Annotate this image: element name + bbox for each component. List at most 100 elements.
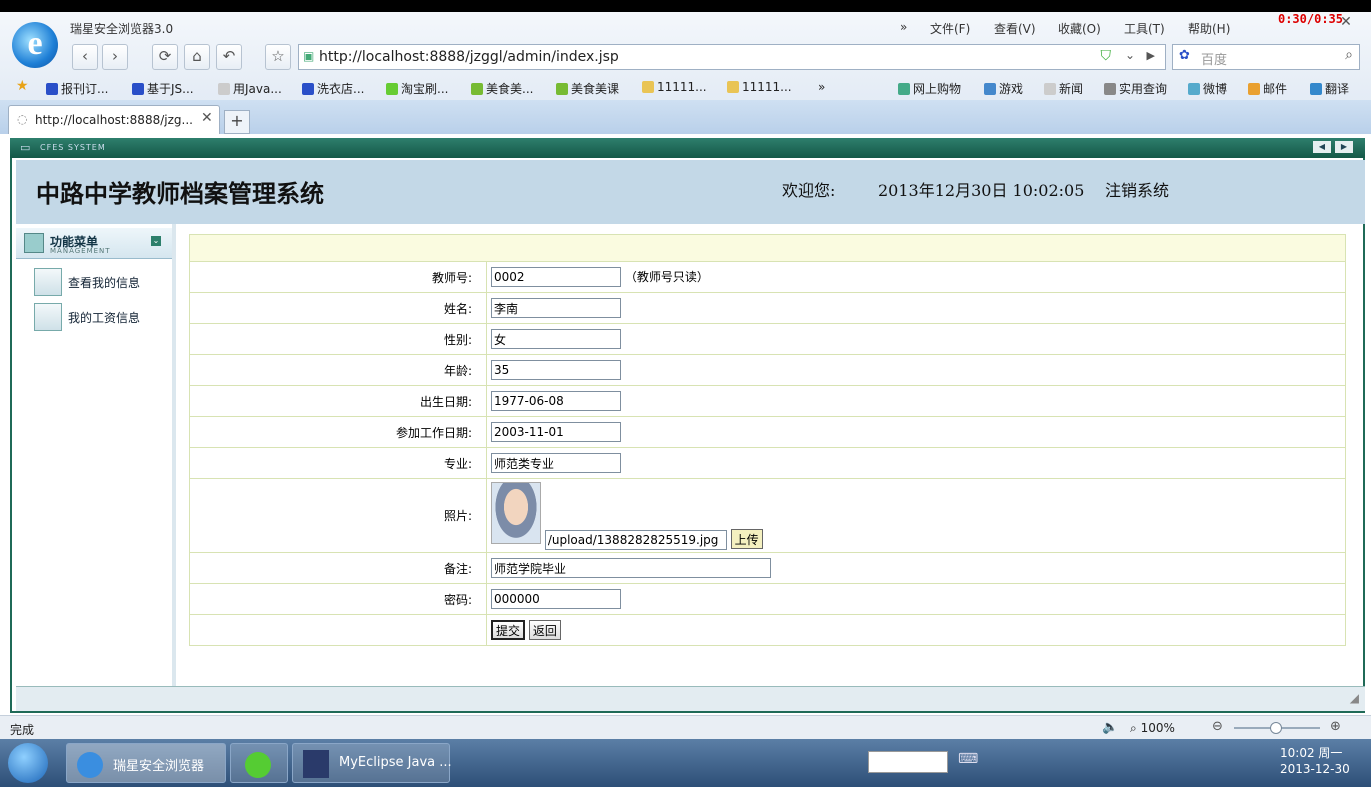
major-field[interactable] bbox=[491, 453, 621, 473]
loading-icon: ◌ bbox=[17, 112, 28, 126]
fav-item-5[interactable]: 淘宝刷... bbox=[386, 80, 448, 97]
logout-link[interactable]: 注销系统 bbox=[1105, 177, 1169, 201]
tab-close-icon[interactable]: ✕ bbox=[201, 110, 213, 126]
favorites-star-icon[interactable]: ★ bbox=[16, 78, 29, 94]
teacher-id-field[interactable] bbox=[491, 267, 621, 287]
sidebar-item-my-salary[interactable]: 我的工资信息 bbox=[34, 303, 174, 331]
work-start-field[interactable] bbox=[491, 422, 621, 442]
keyboard-icon[interactable]: ⌨ bbox=[958, 751, 978, 767]
undo-icon[interactable]: ↶ bbox=[216, 44, 242, 70]
start-button-icon[interactable] bbox=[8, 743, 48, 783]
task-myeclipse[interactable]: MyEclipse Java ... bbox=[292, 743, 452, 783]
page-viewport: ▭ CFES SYSTEM ◀ ▶ 中路中学教师档案管理系统 欢迎您: 2013… bbox=[0, 134, 1371, 715]
browser-task-icon bbox=[77, 752, 103, 778]
tab-bar: ◌ http://localhost:8888/jzg... ✕ + bbox=[0, 100, 1371, 134]
taskbar: 瑞星安全浏览器 MyEclipse Java ... ⌨ 10:02 周一 20… bbox=[0, 739, 1371, 787]
menu-view[interactable]: 查看(V) bbox=[994, 20, 1036, 37]
fav-item-6[interactable]: 美食美... bbox=[471, 80, 533, 97]
zoom-out-icon[interactable]: ⊖ bbox=[1212, 719, 1223, 734]
sidebar-item-label: 查看我的信息 bbox=[68, 276, 141, 290]
browser-green-icon bbox=[245, 752, 271, 778]
favorites-bar: ★ 报刊订... 基于JS... 用Java... 洗衣店... 淘宝刷... … bbox=[0, 76, 1371, 100]
zoom-level[interactable]: ⌕ 100% bbox=[1130, 721, 1175, 736]
task-label: MyEclipse Java ... bbox=[339, 755, 452, 770]
zoom-in-icon[interactable]: ⊕ bbox=[1330, 719, 1341, 734]
taskbar-clock[interactable]: 10:02 周一 2013-12-30 bbox=[1280, 745, 1350, 777]
collapse-icon[interactable]: ⌄ bbox=[151, 236, 161, 246]
sidebar-splitter[interactable] bbox=[172, 224, 176, 686]
back-icon[interactable]: ‹ bbox=[72, 44, 98, 70]
tray-icons[interactable] bbox=[988, 753, 1228, 769]
home-icon[interactable]: ⌂ bbox=[184, 44, 210, 70]
fav-item-4[interactable]: 洗衣店... bbox=[302, 80, 364, 97]
form-row-age: 年龄: bbox=[189, 354, 1346, 386]
chevron-down-icon[interactable]: ⌄ bbox=[1125, 48, 1135, 62]
forward-icon[interactable]: › bbox=[102, 44, 128, 70]
age-field[interactable] bbox=[491, 360, 621, 380]
field-label: 专业: bbox=[189, 447, 487, 479]
prev-icon[interactable]: ◀ bbox=[1313, 141, 1331, 153]
field-label: 备注: bbox=[189, 552, 487, 584]
form-row-teacher-id: 教师号: （教师号只读） bbox=[189, 261, 1346, 293]
fav-item-1[interactable]: 报刊订... bbox=[46, 80, 108, 97]
form-row-birthdate: 出生日期: bbox=[189, 385, 1346, 417]
field-label: 出生日期: bbox=[189, 385, 487, 417]
field-label: 姓名: bbox=[189, 292, 487, 324]
fav-folder-1[interactable]: 11111... bbox=[642, 80, 707, 94]
next-icon[interactable]: ▶ bbox=[1335, 141, 1353, 153]
fav-item-3[interactable]: 用Java... bbox=[218, 80, 282, 97]
search-icon[interactable]: ⌕ bbox=[1345, 47, 1353, 63]
search-box[interactable]: ✿ 百度 ⌕ bbox=[1172, 44, 1360, 70]
name-field[interactable] bbox=[491, 298, 621, 318]
tray-input[interactable] bbox=[868, 751, 948, 773]
sound-icon[interactable]: 🔈 bbox=[1102, 720, 1118, 735]
system-bar: ▭ CFES SYSTEM ◀ ▶ bbox=[10, 138, 1365, 158]
quick-weibo[interactable]: 微博 bbox=[1188, 80, 1227, 97]
quick-translate[interactable]: 翻译 bbox=[1310, 80, 1349, 97]
quick-mail[interactable]: 邮件 bbox=[1248, 80, 1287, 97]
task-browser[interactable]: 瑞星安全浏览器 bbox=[66, 743, 226, 783]
back-button[interactable]: 返回 bbox=[528, 620, 561, 641]
form-row-remark: 备注: bbox=[189, 552, 1346, 584]
menu-help[interactable]: 帮助(H) bbox=[1188, 20, 1230, 37]
refresh-icon[interactable]: ⟳ bbox=[152, 44, 178, 70]
fav-overflow[interactable]: » bbox=[818, 80, 825, 94]
photo-path-field[interactable] bbox=[544, 529, 727, 550]
myeclipse-icon bbox=[303, 750, 329, 778]
go-icon[interactable]: ▶ bbox=[1147, 49, 1155, 62]
menu-overflow-icon[interactable]: » bbox=[900, 20, 907, 34]
shield-icon[interactable]: ⛉ bbox=[1101, 48, 1112, 64]
remark-field[interactable] bbox=[491, 558, 771, 578]
zoom-slider-thumb[interactable] bbox=[1270, 722, 1282, 734]
form-row-actions: 提交 返回 bbox=[189, 614, 1346, 646]
task-browser-2[interactable] bbox=[230, 743, 288, 783]
page-title: 中路中学教师档案管理系统 bbox=[36, 179, 324, 208]
fav-item-2[interactable]: 基于JS... bbox=[132, 80, 194, 97]
field-label: 密码: bbox=[189, 583, 487, 615]
birthdate-field[interactable] bbox=[491, 391, 621, 411]
baidu-icon: ✿ bbox=[1179, 48, 1190, 63]
menu-file[interactable]: 文件(F) bbox=[930, 20, 970, 37]
close-window-icon[interactable]: ✕ bbox=[1336, 14, 1356, 30]
gender-field[interactable] bbox=[491, 329, 621, 349]
upload-button[interactable]: 上传 bbox=[730, 529, 763, 549]
menu-favorites[interactable]: 收藏(O) bbox=[1058, 20, 1101, 37]
address-bar[interactable]: ▣ http://localhost:8888/jzggl/admin/inde… bbox=[298, 44, 1166, 70]
tab-active[interactable]: ◌ http://localhost:8888/jzg... ✕ bbox=[8, 105, 220, 134]
resize-grip-icon[interactable]: ◢ bbox=[1350, 691, 1359, 705]
sidebar-item-my-info[interactable]: 查看我的信息 bbox=[34, 268, 174, 296]
quick-query[interactable]: 实用查询 bbox=[1104, 80, 1167, 97]
fav-folder-2[interactable]: 11111... bbox=[727, 80, 792, 94]
menu-tools[interactable]: 工具(T) bbox=[1124, 20, 1165, 37]
new-tab-icon[interactable]: + bbox=[224, 110, 250, 134]
favorite-star-icon[interactable]: ☆ bbox=[265, 44, 291, 70]
password-field[interactable] bbox=[491, 589, 621, 609]
form-row-gender: 性别: bbox=[189, 323, 1346, 355]
submit-button[interactable]: 提交 bbox=[491, 619, 526, 640]
quick-games[interactable]: 游戏 bbox=[984, 80, 1023, 97]
page-header: 中路中学教师档案管理系统 欢迎您: 2013年12月30日 10:02:05 注… bbox=[16, 160, 1365, 224]
fav-item-7[interactable]: 美食美课 bbox=[556, 80, 619, 97]
form-row-photo: 照片: 上传 bbox=[189, 478, 1346, 553]
quick-news[interactable]: 新闻 bbox=[1044, 80, 1083, 97]
quick-shopping[interactable]: 网上购物 bbox=[898, 80, 961, 97]
